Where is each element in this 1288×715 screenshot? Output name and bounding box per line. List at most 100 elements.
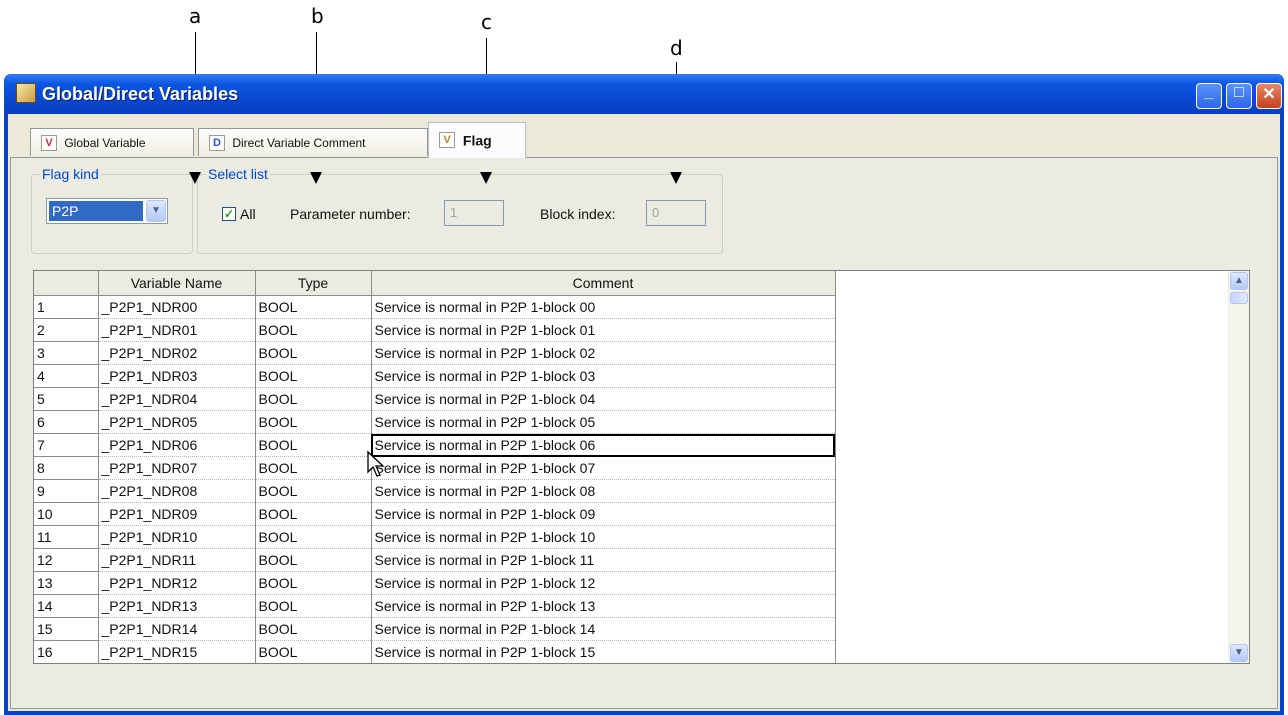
comment-cell[interactable]: Service is normal in P2P 1-block 15 <box>371 640 836 663</box>
comment-cell[interactable]: Service is normal in P2P 1-block 01 <box>371 318 836 342</box>
comment-cell[interactable]: Service is normal in P2P 1-block 11 <box>371 548 836 572</box>
scroll-thumb[interactable] <box>1230 292 1248 304</box>
row-number[interactable]: 6 <box>34 410 99 434</box>
comment-cell[interactable]: Service is normal in P2P 1-block 03 <box>371 364 836 388</box>
row-number[interactable]: 8 <box>34 456 99 480</box>
table-row[interactable]: 1 _P2P1_NDR00 BOOL Service is normal in P2P… <box>34 295 836 319</box>
variable-name-cell[interactable]: _P2P1_NDR12 <box>98 571 256 595</box>
type-cell[interactable]: BOOL <box>255 410 372 434</box>
variable-name-cell[interactable]: _P2P1_NDR10 <box>98 525 256 549</box>
variable-name-cell[interactable]: _P2P1_NDR02 <box>98 341 256 365</box>
row-number[interactable]: 16 <box>34 640 99 663</box>
comment-cell[interactable]: Service is normal in P2P 1-block 07 <box>371 456 836 480</box>
variable-name-cell[interactable]: _P2P1_NDR05 <box>98 410 256 434</box>
row-number[interactable]: 15 <box>34 617 99 641</box>
row-number[interactable]: 9 <box>34 479 99 503</box>
table-row[interactable]: 8 _P2P1_NDR07 BOOL Service is normal in P2P… <box>34 456 836 480</box>
variable-name-cell[interactable]: _P2P1_NDR01 <box>98 318 256 342</box>
table-row[interactable]: 3 _P2P1_NDR02 BOOL Service is normal in P2P… <box>34 341 836 365</box>
type-cell[interactable]: BOOL <box>255 640 372 663</box>
comment-cell[interactable]: Service is normal in P2P 1-block 13 <box>371 594 836 618</box>
maximize-button[interactable]: □ <box>1226 83 1252 109</box>
table-row[interactable]: 11 _P2P1_NDR10 BOOL Service is normal in P2… <box>34 525 836 549</box>
variable-name-cell[interactable]: _P2P1_NDR07 <box>98 456 256 480</box>
column-header-comment[interactable]: Comment <box>371 271 836 296</box>
comment-cell[interactable]: Service is normal in P2P 1-block 06 <box>371 433 836 457</box>
table-row[interactable]: 4 _P2P1_NDR03 BOOL Service is normal in P2P… <box>34 364 836 388</box>
row-number[interactable]: 14 <box>34 594 99 618</box>
type-cell[interactable]: BOOL <box>255 571 372 595</box>
variable-name-cell[interactable]: _P2P1_NDR11 <box>98 548 256 572</box>
type-cell[interactable]: BOOL <box>255 295 372 319</box>
variable-name-cell[interactable]: _P2P1_NDR06 <box>98 433 256 457</box>
tab-direct-variable-comment[interactable]: D Direct Variable Comment <box>198 128 428 156</box>
row-number[interactable]: 3 <box>34 341 99 365</box>
table-row[interactable]: 9 _P2P1_NDR08 BOOL Service is normal in P2P… <box>34 479 836 503</box>
block-index-field[interactable]: 0 <box>646 200 706 226</box>
type-cell[interactable]: BOOL <box>255 318 372 342</box>
type-cell[interactable]: BOOL <box>255 525 372 549</box>
type-cell[interactable]: BOOL <box>255 456 372 480</box>
comment-cell[interactable]: Service is normal in P2P 1-block 02 <box>371 341 836 365</box>
type-cell[interactable]: BOOL <box>255 433 372 457</box>
row-number[interactable]: 13 <box>34 571 99 595</box>
minimize-button[interactable]: _ <box>1196 83 1222 109</box>
vertical-scrollbar[interactable]: ▲ ▼ <box>1228 271 1249 663</box>
row-number[interactable]: 12 <box>34 548 99 572</box>
tab-flag[interactable]: V Flag <box>428 122 526 158</box>
table-row[interactable]: 12 _P2P1_NDR11 BOOL Service is normal in P2… <box>34 548 836 572</box>
table-row[interactable]: 15 _P2P1_NDR14 BOOL Service is normal in P2… <box>34 617 836 641</box>
table-row[interactable]: 13 _P2P1_NDR12 BOOL Service is normal in P2… <box>34 571 836 595</box>
comment-cell[interactable]: Service is normal in P2P 1-block 14 <box>371 617 836 641</box>
table-row[interactable]: 16 _P2P1_NDR15 BOOL Service is normal in P2… <box>34 640 836 663</box>
row-number[interactable]: 1 <box>34 295 99 319</box>
row-number[interactable]: 4 <box>34 364 99 388</box>
comment-cell[interactable]: Service is normal in P2P 1-block 00 <box>371 295 836 319</box>
all-checkbox[interactable]: ✓ <box>222 207 236 221</box>
table-row[interactable]: 10 _P2P1_NDR09 BOOL Service is normal in P2… <box>34 502 836 526</box>
variable-name-cell[interactable]: _P2P1_NDR04 <box>98 387 256 411</box>
variable-name-cell[interactable]: _P2P1_NDR00 <box>98 295 256 319</box>
tab-global-variable[interactable]: V Global Variable <box>30 128 194 156</box>
column-header-variable-name[interactable]: Variable Name <box>98 271 256 296</box>
chevron-down-icon[interactable]: ▼ <box>146 200 166 222</box>
comment-cell[interactable]: Service is normal in P2P 1-block 12 <box>371 571 836 595</box>
variable-name-cell[interactable]: _P2P1_NDR08 <box>98 479 256 503</box>
variable-name-cell[interactable]: _P2P1_NDR14 <box>98 617 256 641</box>
type-cell[interactable]: BOOL <box>255 479 372 503</box>
table-row[interactable]: 2 _P2P1_NDR01 BOOL Service is normal in P2P… <box>34 318 836 342</box>
parameter-number-field[interactable]: 1 <box>444 200 504 226</box>
variable-name-cell[interactable]: _P2P1_NDR03 <box>98 364 256 388</box>
scroll-down-icon[interactable]: ▼ <box>1230 644 1248 662</box>
scroll-up-icon[interactable]: ▲ <box>1230 272 1248 290</box>
comment-cell[interactable]: Service is normal in P2P 1-block 04 <box>371 387 836 411</box>
variable-name-cell[interactable]: _P2P1_NDR13 <box>98 594 256 618</box>
row-number[interactable]: 11 <box>34 525 99 549</box>
table-row[interactable]: 14 _P2P1_NDR13 BOOL Service is normal in P2… <box>34 594 836 618</box>
type-cell[interactable]: BOOL <box>255 364 372 388</box>
type-cell[interactable]: BOOL <box>255 341 372 365</box>
variables-grid[interactable]: Variable Name Type Comment 1 _P2P1_NDR00 B… <box>33 270 1250 664</box>
row-number[interactable]: 7 <box>34 433 99 457</box>
row-number[interactable]: 2 <box>34 318 99 342</box>
row-number[interactable]: 5 <box>34 387 99 411</box>
type-cell[interactable]: BOOL <box>255 548 372 572</box>
column-header-rownum[interactable] <box>34 271 99 296</box>
table-row[interactable]: 6 _P2P1_NDR05 BOOL Service is normal in P2P… <box>34 410 836 434</box>
row-number[interactable]: 10 <box>34 502 99 526</box>
type-cell[interactable]: BOOL <box>255 617 372 641</box>
comment-cell[interactable]: Service is normal in P2P 1-block 05 <box>371 410 836 434</box>
variable-name-cell[interactable]: _P2P1_NDR15 <box>98 640 256 663</box>
comment-cell[interactable]: Service is normal in P2P 1-block 10 <box>371 525 836 549</box>
close-button[interactable]: ✕ <box>1256 83 1282 109</box>
comment-cell[interactable]: Service is normal in P2P 1-block 09 <box>371 502 836 526</box>
title-bar[interactable]: Global/Direct Variables _ □ ✕ <box>4 74 1284 114</box>
table-row[interactable]: 5 _P2P1_NDR04 BOOL Service is normal in P2P… <box>34 387 836 411</box>
type-cell[interactable]: BOOL <box>255 387 372 411</box>
table-row[interactable]: 7 _P2P1_NDR06 BOOL Service is normal in P2P… <box>34 433 836 457</box>
flag-kind-select[interactable]: P2P ▼ <box>46 198 168 224</box>
type-cell[interactable]: BOOL <box>255 502 372 526</box>
comment-cell[interactable]: Service is normal in P2P 1-block 08 <box>371 479 836 503</box>
variable-name-cell[interactable]: _P2P1_NDR09 <box>98 502 256 526</box>
column-header-type[interactable]: Type <box>255 271 372 296</box>
